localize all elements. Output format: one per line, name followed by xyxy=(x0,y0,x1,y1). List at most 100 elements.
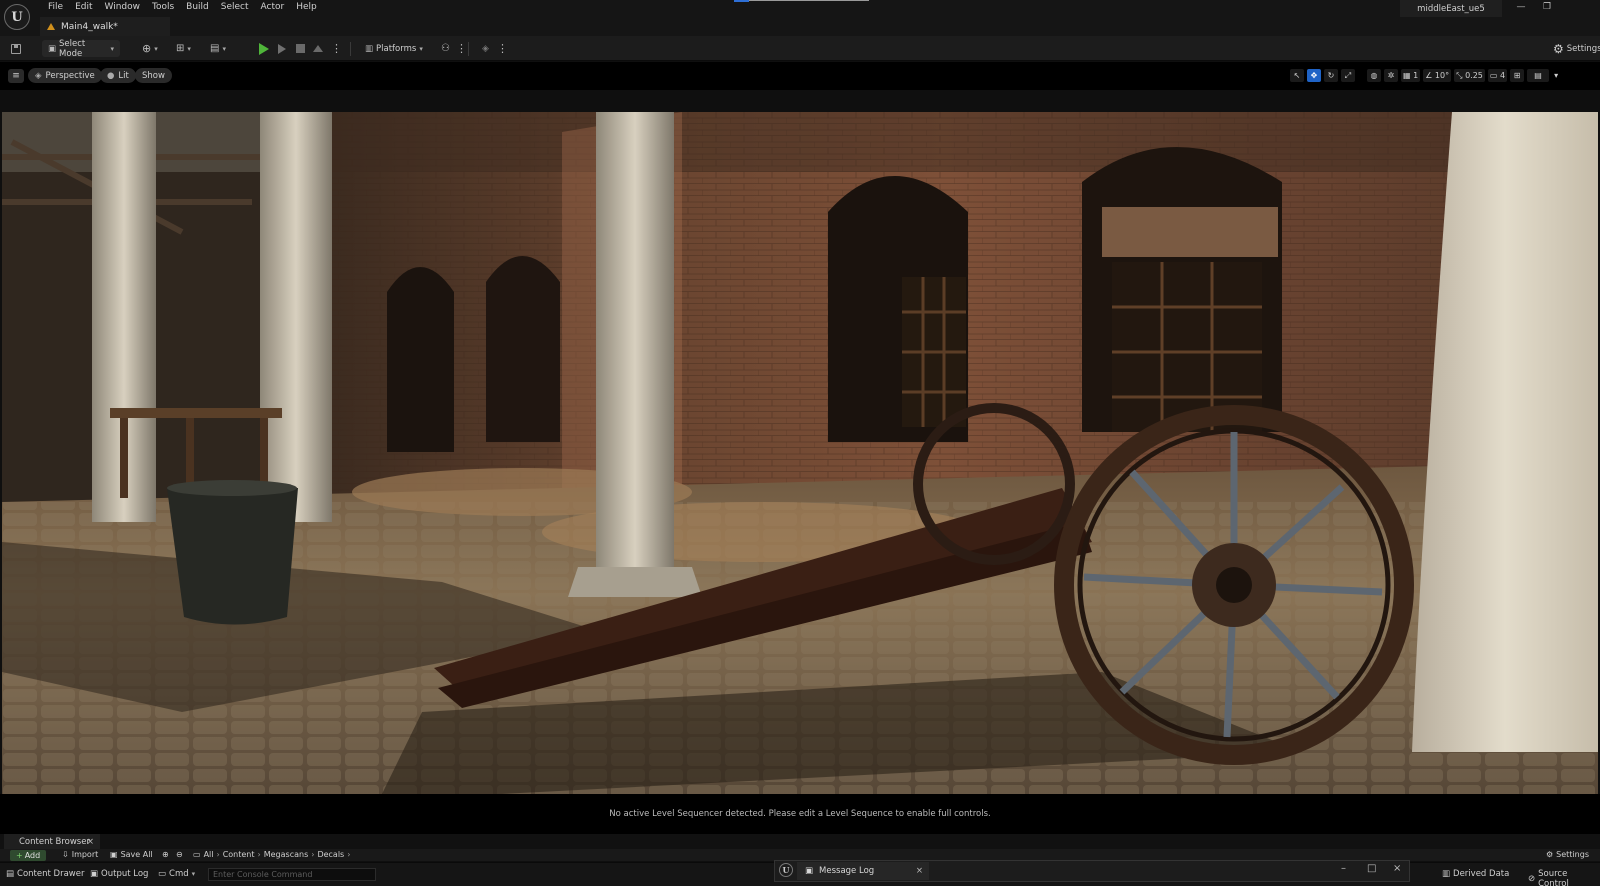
close-window-button[interactable]: × xyxy=(1393,863,1401,874)
derived-data-button[interactable]: ▥ Derived Data xyxy=(1442,869,1509,879)
platforms-icon: ▥ xyxy=(365,43,374,54)
menu-bar: File Edit Window Tools Build Select Acto… xyxy=(0,0,1600,17)
menu-actor[interactable]: Actor xyxy=(255,2,291,12)
save-icon xyxy=(11,43,21,54)
source-control-status-button[interactable]: ⊘ Source Control xyxy=(1528,869,1600,886)
menu-file[interactable]: File xyxy=(42,2,69,12)
chevron-down-icon: ▾ xyxy=(187,44,191,53)
viewport-menu-button[interactable]: ≡ xyxy=(8,69,24,83)
lit-sphere-icon: ● xyxy=(107,70,115,81)
camera-speed-value: 4 xyxy=(1499,71,1506,80)
grid-snap-toggle[interactable]: ▦ 1 xyxy=(1401,69,1421,82)
unreal-logo-icon: U xyxy=(779,863,793,877)
platforms-dropdown[interactable]: ▥ Platforms ▾ xyxy=(365,40,423,57)
message-log-tab[interactable]: ▣ Message Log × xyxy=(797,862,929,880)
breadcrumb-item-megascans[interactable]: Megascans xyxy=(264,850,309,859)
content-browser-settings-button[interactable]: ⚙ Settings xyxy=(1546,850,1589,859)
chevron-down-icon[interactable]: ▾ xyxy=(1552,69,1560,82)
menu-select[interactable]: Select xyxy=(215,2,255,12)
menu-tools[interactable]: Tools xyxy=(146,2,180,12)
chevron-right-icon: › xyxy=(311,850,315,859)
unreal-logo-icon[interactable]: U xyxy=(4,4,30,30)
scale-snap-icon: ⤡ xyxy=(1456,70,1463,80)
cinematics-button[interactable]: ▤ ▾ xyxy=(210,40,226,57)
add-content-button[interactable]: ⊕ ▾ xyxy=(142,40,158,57)
world-local-icon[interactable]: ◍ xyxy=(1367,69,1381,82)
derived-data-label: Derived Data xyxy=(1453,869,1510,879)
close-icon[interactable]: × xyxy=(86,837,94,847)
grid-snap-value: 1 xyxy=(1413,71,1419,80)
advance-frame-button[interactable] xyxy=(278,40,286,57)
viewport-layout-icon[interactable]: ▤ xyxy=(1527,69,1550,82)
breadcrumb-item-all[interactable]: All xyxy=(204,850,214,859)
blueprints-button[interactable]: ⊞ ▾ xyxy=(176,40,191,57)
breadcrumb: ▭ All › Content › Megascans › Decals › xyxy=(193,850,350,859)
scale-icon[interactable]: ⤢ xyxy=(1341,69,1355,82)
menu-edit[interactable]: Edit xyxy=(69,2,98,12)
kebab-icon: ⋮ xyxy=(497,41,508,55)
select-mode-label: Select Mode xyxy=(59,38,86,59)
source-control-button[interactable]: ⚇ xyxy=(441,40,450,57)
add-button[interactable]: + Add xyxy=(10,850,47,861)
console-command-input[interactable] xyxy=(208,868,376,881)
kebab-icon: ⋮ xyxy=(331,41,342,55)
breadcrumb-item-decals[interactable]: Decals xyxy=(317,850,344,859)
show-label: Show xyxy=(142,70,165,81)
content-browser-tab[interactable]: Content Browser × xyxy=(4,834,100,849)
modes-button[interactable]: ◈ xyxy=(482,40,489,57)
settings-button[interactable]: ⚙ Settings xyxy=(1553,40,1600,57)
stop-button[interactable] xyxy=(296,40,305,57)
cmd-dropdown[interactable]: ▭ Cmd ▾ xyxy=(158,869,195,879)
derived-data-icon: ▥ xyxy=(1442,869,1451,879)
view-mode-button[interactable]: ● Lit xyxy=(100,68,136,83)
users-icon: ⚇ xyxy=(441,43,450,54)
history-back-button[interactable]: ⊕ xyxy=(162,850,169,859)
layout-icon[interactable]: ⊞ xyxy=(1510,69,1525,82)
level-viewport[interactable] xyxy=(2,112,1598,794)
save-current-button[interactable] xyxy=(11,40,21,57)
select-cursor-icon[interactable]: ↖ xyxy=(1290,69,1304,82)
folder-icon: ▭ xyxy=(193,850,201,859)
play-button[interactable] xyxy=(259,40,269,57)
maximize-button[interactable]: ❐ xyxy=(1538,2,1556,16)
menu-window[interactable]: Window xyxy=(99,2,147,12)
minimize-button[interactable]: – xyxy=(1341,863,1346,874)
play-options-button[interactable]: ⋮ xyxy=(331,40,342,57)
more-tools-button[interactable]: ⋮ xyxy=(497,40,508,57)
chevron-down-icon: ▾ xyxy=(110,44,114,53)
rotate-icon[interactable]: ↻ xyxy=(1324,69,1338,82)
forward-icon: ⊖ xyxy=(176,850,183,859)
stop-icon xyxy=(296,44,305,53)
level-tab-label: Main4_walk* xyxy=(61,21,118,32)
rotation-snap-value: 10° xyxy=(1434,71,1450,80)
save-all-button[interactable]: ▣ Save All xyxy=(110,850,153,859)
minimize-button[interactable]: — xyxy=(1512,2,1530,16)
level-tab[interactable]: Main4_walk* xyxy=(40,17,170,36)
content-drawer-button[interactable]: ▤ Content Drawer xyxy=(6,869,84,879)
menu-help[interactable]: Help xyxy=(290,2,323,12)
import-button[interactable]: ⇩ Import xyxy=(62,850,98,859)
rotation-snap-toggle[interactable]: ∠ 10° xyxy=(1423,69,1452,82)
breadcrumb-item-content[interactable]: Content xyxy=(223,850,255,859)
add-label: Add xyxy=(24,851,41,860)
message-log-icon: ▣ xyxy=(805,866,814,876)
scale-snap-toggle[interactable]: ⤡ 0.25 xyxy=(1454,69,1485,82)
eject-button[interactable] xyxy=(313,40,323,57)
close-icon[interactable]: × xyxy=(916,866,923,876)
history-forward-button[interactable]: ⊖ xyxy=(176,850,183,859)
show-button[interactable]: Show xyxy=(135,68,172,83)
output-log-button[interactable]: ▣ Output Log xyxy=(90,869,148,879)
maximize-button[interactable]: □ xyxy=(1367,863,1376,874)
menu-build[interactable]: Build xyxy=(180,2,215,12)
kebab-icon: ⋮ xyxy=(456,41,467,55)
translate-icon[interactable]: ✥ xyxy=(1307,69,1321,82)
chevron-right-icon: › xyxy=(347,850,351,859)
more-options-button[interactable]: ⋮ xyxy=(456,40,467,57)
surface-snap-icon[interactable]: ✲ xyxy=(1384,69,1398,82)
camera-icon: ▭ xyxy=(1489,71,1498,80)
camera-speed-button[interactable]: ▭ 4 xyxy=(1487,69,1508,82)
select-mode-dropdown[interactable]: ▣ Select Mode ▾ xyxy=(42,38,120,59)
viewport-transform-tools: ↖ ✥ ↻ ⤢ ◍ ✲ ▦ 1 ∠ 10° ⤡ 0.25 ▭ 4 ⊞ ▤ ▾ xyxy=(1290,69,1560,82)
cube-icon: ◈ xyxy=(35,70,42,81)
perspective-button[interactable]: ◈ Perspective xyxy=(28,68,102,83)
